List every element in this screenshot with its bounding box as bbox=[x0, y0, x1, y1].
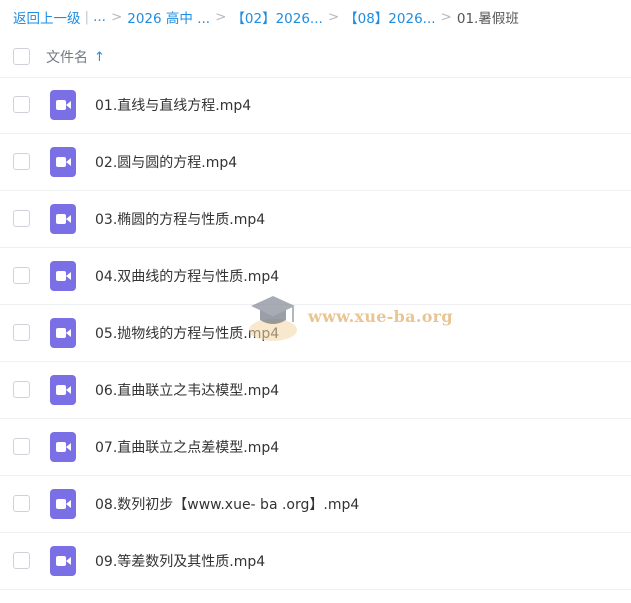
video-file-icon bbox=[50, 90, 76, 120]
file-name[interactable]: 06.直曲联立之韦达模型.mp4 bbox=[95, 380, 279, 400]
video-file-icon bbox=[50, 261, 76, 291]
chevron-right-icon: > bbox=[110, 9, 123, 25]
file-row[interactable]: 07.直曲联立之点差模型.mp4 bbox=[0, 419, 631, 476]
file-name[interactable]: 05.抛物线的方程与性质.mp4 bbox=[95, 323, 279, 343]
file-row[interactable]: 08.数列初步【www.xue- ba .org】.mp4 bbox=[0, 476, 631, 533]
row-checkbox[interactable] bbox=[13, 267, 30, 284]
column-header-filename[interactable]: 文件名 ↑ bbox=[46, 47, 105, 67]
file-row[interactable]: 09.等差数列及其性质.mp4 bbox=[0, 533, 631, 590]
video-file-icon bbox=[50, 432, 76, 462]
file-row[interactable]: 03.椭圆的方程与性质.mp4 bbox=[0, 191, 631, 248]
file-list: 01.直线与直线方程.mp4 02.圆与圆的方程.mp4 03.椭圆的方程与性质.m… bbox=[0, 77, 631, 590]
back-link[interactable]: 返回上一级 bbox=[13, 7, 81, 27]
row-checkbox[interactable] bbox=[13, 495, 30, 512]
chevron-right-icon: > bbox=[440, 9, 452, 25]
select-all-checkbox[interactable] bbox=[13, 48, 30, 65]
file-name[interactable]: 07.直曲联立之点差模型.mp4 bbox=[95, 437, 279, 457]
video-file-icon bbox=[50, 147, 76, 177]
chevron-right-icon: > bbox=[215, 9, 227, 25]
file-name[interactable]: 01.直线与直线方程.mp4 bbox=[95, 95, 251, 115]
row-checkbox[interactable] bbox=[13, 96, 30, 113]
breadcrumb-item-1[interactable]: 2026 高中 ... bbox=[127, 7, 210, 27]
row-checkbox[interactable] bbox=[13, 381, 30, 398]
row-checkbox[interactable] bbox=[13, 324, 30, 341]
file-name[interactable]: 09.等差数列及其性质.mp4 bbox=[95, 551, 265, 571]
file-row[interactable]: 01.直线与直线方程.mp4 bbox=[0, 77, 631, 134]
file-row[interactable]: 05.抛物线的方程与性质.mp4 bbox=[0, 305, 631, 362]
row-checkbox[interactable] bbox=[13, 210, 30, 227]
video-file-icon bbox=[50, 489, 76, 519]
file-name[interactable]: 02.圆与圆的方程.mp4 bbox=[95, 152, 237, 172]
file-name[interactable]: 03.椭圆的方程与性质.mp4 bbox=[95, 209, 265, 229]
file-name[interactable]: 04.双曲线的方程与性质.mp4 bbox=[95, 266, 279, 286]
video-file-icon bbox=[50, 375, 76, 405]
video-file-icon bbox=[50, 204, 76, 234]
file-row[interactable]: 02.圆与圆的方程.mp4 bbox=[0, 134, 631, 191]
arrow-up-icon[interactable]: ↑ bbox=[94, 50, 105, 65]
breadcrumb-item-3[interactable]: 【08】2026... bbox=[344, 7, 435, 27]
row-checkbox[interactable] bbox=[13, 552, 30, 569]
row-checkbox[interactable] bbox=[13, 438, 30, 455]
column-header-label: 文件名 bbox=[46, 50, 88, 66]
breadcrumb-item-2[interactable]: 【02】2026... bbox=[231, 7, 322, 27]
file-row[interactable]: 04.双曲线的方程与性质.mp4 bbox=[0, 248, 631, 305]
file-name[interactable]: 08.数列初步【www.xue- ba .org】.mp4 bbox=[95, 494, 359, 514]
breadcrumb-current: 01.暑假班 bbox=[456, 11, 519, 27]
chevron-right-icon: > bbox=[327, 9, 340, 25]
breadcrumb-divider: | bbox=[84, 9, 90, 25]
video-file-icon bbox=[50, 318, 76, 348]
breadcrumb: 返回上一级 | ... > 2026 高中 ... > 【02】2026... … bbox=[13, 7, 519, 27]
list-header: 文件名 ↑ bbox=[0, 37, 631, 78]
file-row[interactable]: 06.直曲联立之韦达模型.mp4 bbox=[0, 362, 631, 419]
breadcrumb-ellipsis[interactable]: ... bbox=[93, 9, 106, 25]
video-file-icon bbox=[50, 546, 76, 576]
row-checkbox[interactable] bbox=[13, 153, 30, 170]
